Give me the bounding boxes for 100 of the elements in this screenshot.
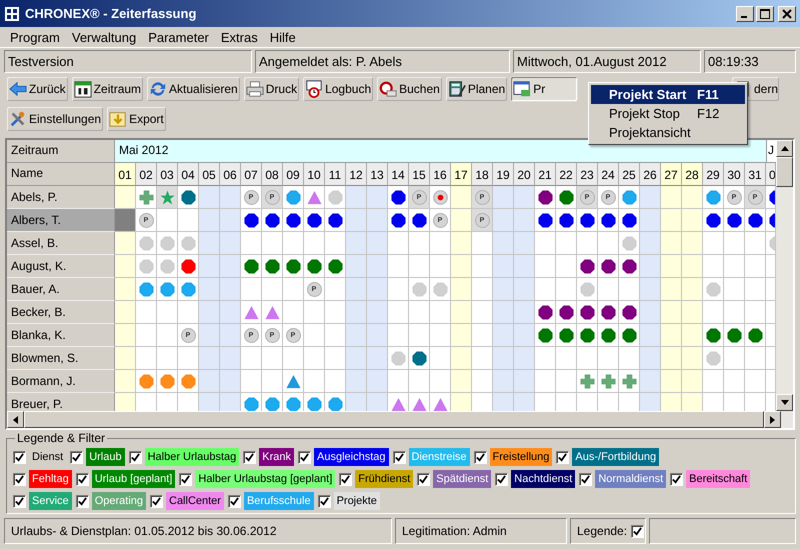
grid-cell[interactable] [199, 232, 220, 255]
grid-cell[interactable] [262, 301, 283, 324]
grid-cell[interactable] [157, 324, 178, 347]
grid-cell[interactable] [514, 209, 535, 232]
grid-cell[interactable] [388, 301, 409, 324]
filter-checkbox[interactable] [76, 494, 89, 508]
grid-cell[interactable] [703, 232, 724, 255]
grid-cell[interactable] [136, 278, 157, 301]
filter-checkbox[interactable] [579, 472, 592, 486]
grid-cell[interactable] [493, 186, 514, 209]
grid-cell[interactable] [724, 278, 745, 301]
grid-cell[interactable] [199, 255, 220, 278]
grid-cell[interactable] [367, 324, 388, 347]
employee-name[interactable]: August, K. [7, 255, 115, 278]
grid-cell[interactable] [430, 232, 451, 255]
grid-cell[interactable] [577, 347, 598, 370]
grid-cell[interactable] [640, 186, 661, 209]
grid-cell[interactable] [682, 278, 703, 301]
grid-cell[interactable] [661, 209, 682, 232]
employee-name[interactable]: Bormann, J. [7, 370, 115, 393]
grid-cell[interactable] [577, 301, 598, 324]
grid-cell[interactable] [535, 370, 556, 393]
grid-cell[interactable] [682, 393, 703, 411]
grid-cell[interactable] [388, 232, 409, 255]
grid-cell[interactable] [430, 324, 451, 347]
grid-cell[interactable] [556, 255, 577, 278]
grid-cell[interactable] [577, 324, 598, 347]
grid-cell[interactable] [241, 278, 262, 301]
grid-cell[interactable] [619, 278, 640, 301]
employee-name[interactable]: Becker, B. [7, 301, 115, 324]
grid-cell[interactable] [577, 255, 598, 278]
grid-cell[interactable] [703, 186, 724, 209]
grid-cell[interactable] [304, 370, 325, 393]
grid-cell[interactable] [367, 393, 388, 411]
grid-cell[interactable] [346, 393, 367, 411]
grid-cell[interactable] [220, 347, 241, 370]
grid-cell[interactable] [451, 370, 472, 393]
grid-cell[interactable] [661, 186, 682, 209]
grid-cell[interactable] [115, 232, 136, 255]
grid-cell[interactable] [514, 255, 535, 278]
grid-cell[interactable] [556, 232, 577, 255]
grid-cell[interactable] [115, 347, 136, 370]
grid-cell[interactable] [451, 301, 472, 324]
grid-cell[interactable] [367, 232, 388, 255]
grid-cell[interactable] [346, 255, 367, 278]
grid-cell[interactable] [472, 324, 493, 347]
grid-cell[interactable] [367, 347, 388, 370]
grid-cell[interactable] [115, 209, 136, 232]
grid-cell[interactable] [136, 370, 157, 393]
grid-cell[interactable] [472, 232, 493, 255]
grid-cell[interactable] [115, 255, 136, 278]
grid-cell[interactable] [514, 278, 535, 301]
grid-cell[interactable] [493, 255, 514, 278]
grid-cell[interactable] [304, 255, 325, 278]
grid-cell[interactable] [262, 393, 283, 411]
grid-cell[interactable] [367, 301, 388, 324]
grid-cell[interactable] [724, 301, 745, 324]
toolbar-button[interactable]: Export [106, 106, 167, 132]
grid-cell[interactable] [640, 393, 661, 411]
grid-cell[interactable] [535, 347, 556, 370]
filter-checkbox[interactable] [13, 450, 26, 464]
grid-cell[interactable] [451, 255, 472, 278]
grid-cell[interactable] [661, 324, 682, 347]
grid-cell[interactable] [451, 278, 472, 301]
menu-item[interactable]: Projekt Stop F12 [591, 104, 745, 123]
grid-cell[interactable] [283, 347, 304, 370]
menu-item[interactable]: Parameter [142, 30, 215, 44]
grid-cell[interactable] [661, 301, 682, 324]
grid-cell[interactable] [598, 278, 619, 301]
grid-cell[interactable] [220, 393, 241, 411]
grid-cell[interactable] [262, 209, 283, 232]
scroll-down-button[interactable] [776, 394, 793, 411]
grid-cell[interactable] [325, 209, 346, 232]
grid-cell[interactable] [346, 324, 367, 347]
menu-item[interactable]: Projektansicht [591, 123, 745, 142]
grid-cell[interactable] [724, 209, 745, 232]
vertical-scrollbar[interactable] [776, 140, 793, 411]
filter-checkbox[interactable] [128, 450, 142, 464]
filter-checkbox[interactable] [13, 472, 26, 486]
scroll-thumb[interactable] [776, 157, 793, 187]
grid-cell[interactable] [745, 255, 766, 278]
grid-cell[interactable] [766, 324, 776, 347]
filter-checkbox[interactable] [70, 450, 84, 464]
grid-cell[interactable] [304, 324, 325, 347]
grid-cell[interactable] [451, 324, 472, 347]
grid-cell[interactable] [199, 324, 220, 347]
grid-cell[interactable] [661, 255, 682, 278]
grid-cell[interactable] [682, 255, 703, 278]
grid-cell[interactable] [640, 324, 661, 347]
grid-cell[interactable] [178, 347, 199, 370]
grid-cell[interactable] [682, 301, 703, 324]
grid-cell[interactable] [409, 370, 430, 393]
filter-checkbox[interactable] [243, 450, 256, 464]
grid-cell[interactable] [178, 232, 199, 255]
grid-cell[interactable] [325, 186, 346, 209]
grid-cell[interactable] [346, 232, 367, 255]
grid-cell[interactable] [766, 370, 776, 393]
grid-cell[interactable] [409, 255, 430, 278]
menu-item[interactable]: Projekt Start F11 [591, 85, 745, 104]
grid-cell[interactable] [598, 347, 619, 370]
